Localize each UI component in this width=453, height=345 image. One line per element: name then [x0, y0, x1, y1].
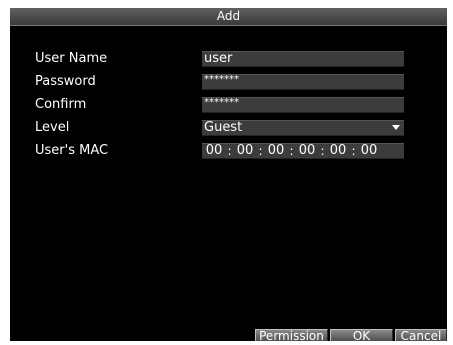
- level-label: Level: [35, 120, 70, 135]
- mac-octet-2[interactable]: 00: [235, 144, 255, 158]
- password-row: Password *******: [10, 73, 447, 91]
- mac-octet-4[interactable]: 00: [297, 144, 317, 158]
- ok-button[interactable]: OK: [330, 329, 393, 341]
- level-selected-value: Guest: [204, 120, 243, 135]
- mac-separator: :: [351, 144, 356, 158]
- confirm-row: Confirm *******: [10, 96, 447, 114]
- cancel-button[interactable]: Cancel: [395, 329, 447, 341]
- mac-separator: :: [320, 144, 325, 158]
- mac-separator: :: [258, 144, 263, 158]
- mac-octet-3[interactable]: 00: [266, 144, 286, 158]
- mac-row: User's MAC 00 : 00 : 00 : 00 : 00 : 00: [10, 142, 447, 160]
- mac-octet-6[interactable]: 00: [359, 144, 379, 158]
- mac-separator: :: [227, 144, 232, 158]
- dropdown-arrow-icon[interactable]: [392, 125, 400, 130]
- mac-label: User's MAC: [35, 143, 109, 158]
- mac-octet-1[interactable]: 00: [204, 144, 224, 158]
- permission-button[interactable]: Permission: [255, 329, 328, 341]
- dialog-title: Add: [216, 9, 241, 23]
- password-input[interactable]: *******: [202, 74, 404, 90]
- dialog-titlebar: Add: [10, 8, 447, 26]
- add-user-dialog: Add User Name user Password ******* Conf…: [10, 8, 447, 341]
- user-name-input[interactable]: user: [202, 51, 404, 67]
- user-name-row: User Name user: [10, 50, 447, 68]
- mac-separator: :: [289, 144, 294, 158]
- mac-octet-5[interactable]: 00: [328, 144, 348, 158]
- level-select[interactable]: Guest: [202, 120, 404, 136]
- confirm-password-input[interactable]: *******: [202, 97, 404, 113]
- mac-address-input[interactable]: 00 : 00 : 00 : 00 : 00 : 00: [202, 143, 404, 159]
- password-label: Password: [35, 74, 96, 89]
- confirm-label: Confirm: [35, 97, 87, 112]
- level-row: Level Guest: [10, 119, 447, 137]
- user-name-label: User Name: [35, 51, 108, 66]
